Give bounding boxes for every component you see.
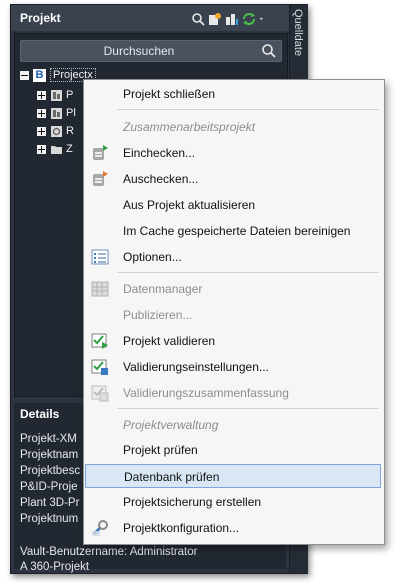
menu-item-check-in[interactable]: Einchecken...	[85, 141, 381, 165]
collapse-icon[interactable]	[20, 70, 29, 80]
context-menu: Projekt schließen Zusammenarbeitsprojekt…	[83, 79, 385, 545]
menu-item-label: Projektsicherung erstellen	[123, 495, 262, 509]
validate-icon	[91, 333, 108, 349]
menu-item-label: Publizieren...	[123, 308, 193, 322]
details-title: Details	[20, 407, 60, 421]
project-settings-icon[interactable]	[208, 12, 222, 26]
menu-item-label: Projekt schließen	[123, 87, 216, 101]
tree-node[interactable]: P	[37, 87, 73, 103]
search-input[interactable]: Durchsuchen	[20, 40, 282, 62]
chevron-down-icon[interactable]	[259, 12, 267, 26]
tree-node-label: R	[66, 125, 74, 137]
details-line: Projekt-XM	[20, 433, 77, 445]
menu-separator	[117, 272, 379, 273]
menu-item-label: Auschecken...	[123, 172, 199, 186]
menu-item-validate-project[interactable]: Projekt validieren	[85, 329, 381, 353]
menu-item-options[interactable]: Optionen...	[85, 245, 381, 269]
tree-node-label: P	[66, 89, 74, 101]
menu-item-validation-settings[interactable]: Validierungseinstellungen...	[85, 355, 381, 379]
validation-summary-icon	[91, 385, 109, 402]
palette-header: Projekt	[11, 5, 289, 31]
options-icon	[91, 249, 109, 265]
search-icon[interactable]	[261, 43, 277, 59]
details-line: Projektnam	[20, 449, 79, 461]
data-manager-icon	[91, 281, 109, 297]
menu-item-audit-project[interactable]: Projekt prüfen	[85, 438, 381, 462]
menu-item-check-out[interactable]: Auschecken...	[85, 167, 381, 191]
expand-icon[interactable]	[37, 108, 46, 118]
menu-item-label: Optionen...	[123, 250, 182, 264]
plant-folder-icon	[51, 89, 62, 101]
menu-item-publish[interactable]: Publizieren...	[85, 303, 381, 327]
drawing-folder-icon	[51, 145, 62, 154]
palette-header-toolbar	[191, 12, 267, 26]
menu-item-label: Validierungszusammenfassung	[123, 386, 289, 400]
menu-item-label: Projekt validieren	[123, 334, 216, 348]
tree-node-label: Z	[66, 143, 73, 155]
search-placeholder: Durchsuchen	[103, 44, 175, 58]
menu-item-label: Projektkonfiguration...	[123, 521, 240, 535]
details-line: P&ID-Proje	[20, 481, 78, 493]
screenshot: Projekt Quelldate Durchsuchen B Projectx	[0, 0, 412, 584]
tree-node-label: Pl	[66, 107, 76, 119]
menu-item-close-project[interactable]: Projekt schließen	[85, 82, 381, 106]
menu-item-label: Datenmanager	[123, 282, 203, 296]
details-line: Projektbesc	[20, 465, 81, 477]
checkin-icon	[93, 145, 108, 160]
menu-item-audit-database[interactable]: Datenbank prüfen	[85, 464, 381, 488]
expand-icon[interactable]	[37, 144, 46, 154]
details-line: Projektnum	[20, 513, 79, 525]
menu-item-label: Im Cache gespeicherte Dateien bereinigen	[123, 224, 351, 238]
menu-item-validation-summary[interactable]: Validierungszusammenfassung	[85, 381, 381, 405]
palette-title: Projekt	[20, 11, 61, 25]
menu-item-label: Validierungseinstellungen...	[123, 360, 269, 374]
expand-icon[interactable]	[37, 126, 46, 136]
tree-node[interactable]: Z	[37, 141, 73, 157]
menu-item-project-configuration[interactable]: Projektkonfiguration...	[85, 516, 381, 540]
checkout-icon	[93, 171, 108, 186]
details-line: Vault-Benutzername: Administrator	[20, 546, 198, 558]
menu-item-update-from-project[interactable]: Aus Projekt aktualisieren	[85, 193, 381, 217]
project-badge: B	[33, 68, 46, 82]
menu-item-clear-cache[interactable]: Im Cache gespeicherte Dateien bereinigen	[85, 219, 381, 243]
menu-item-label: Projekt prüfen	[123, 443, 198, 457]
validation-settings-icon	[91, 359, 108, 375]
report-icon	[51, 125, 62, 137]
menu-item-create-backup[interactable]: Projektsicherung erstellen	[85, 490, 381, 514]
menu-item-label: Datenbank prüfen	[124, 470, 220, 484]
menu-item-data-manager[interactable]: Datenmanager	[85, 277, 381, 301]
refresh-icon[interactable]	[242, 12, 256, 26]
details-line: A 360-Projekt	[20, 561, 90, 573]
menu-item-label: Einchecken...	[123, 146, 196, 160]
expand-icon[interactable]	[37, 90, 46, 100]
tree-node[interactable]: Pl	[37, 105, 76, 121]
menu-separator	[117, 408, 379, 409]
plant-folder-icon	[51, 107, 62, 119]
plant-tools-icon[interactable]	[225, 12, 239, 26]
menu-section-management: Projektverwaltung	[123, 418, 219, 432]
menu-separator	[117, 109, 379, 110]
project-config-icon	[92, 520, 108, 536]
menu-section-collaboration: Zusammenarbeitsprojekt	[123, 120, 256, 134]
details-line: Plant 3D-Pr	[20, 497, 80, 509]
tree-node[interactable]: R	[37, 123, 74, 139]
search-icon[interactable]	[191, 12, 205, 26]
menu-item-label: Aus Projekt aktualisieren	[123, 198, 256, 212]
tab-source-files[interactable]: Quelldate	[292, 9, 304, 56]
